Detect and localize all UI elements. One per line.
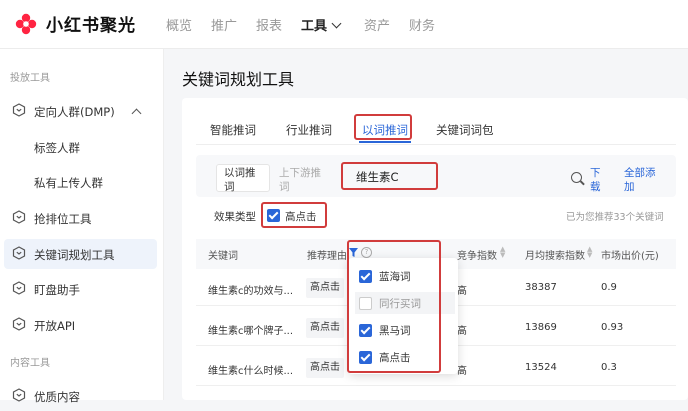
reason-tag: 高点击 xyxy=(306,278,344,298)
table-row-keyword: 维生素c什么时候... xyxy=(208,366,294,377)
page-title: 关键词规划工具 xyxy=(182,70,295,89)
reason-tag: 高点击 xyxy=(306,318,344,338)
nav-tools-label: 工具 xyxy=(301,19,328,34)
mode-word-recommend[interactable]: 以词推词 xyxy=(224,166,260,194)
reason-tag: 高点击 xyxy=(306,358,344,378)
tabs-divider xyxy=(196,144,676,145)
table-row-competition: 高 xyxy=(457,366,467,377)
recommend-count: 已为您推荐33个关键词 xyxy=(566,212,664,223)
chevron-down-icon xyxy=(331,18,342,29)
nav-finance[interactable]: 财务 xyxy=(409,15,435,34)
col-reason: 推荐理由 xyxy=(307,251,347,262)
shield-icon xyxy=(12,281,26,295)
sidebar-item-open-api[interactable]: 开放API xyxy=(4,310,157,340)
effect-type-label: 效果类型 xyxy=(214,211,256,223)
shield-icon xyxy=(12,103,26,117)
add-all-link[interactable]: 全部添加 xyxy=(624,166,658,194)
col-competition[interactable]: 竞争指数 xyxy=(457,247,497,262)
sidebar-subitem-tag-audience[interactable]: 标签人群 xyxy=(34,140,80,156)
table-row-price: 0.9 xyxy=(601,282,617,293)
logo-icon xyxy=(15,13,37,35)
sidebar-item-label: 定向人群(DMP) xyxy=(34,105,115,119)
highlight-box xyxy=(341,162,438,190)
tab-keyword-package[interactable]: 关键词词包 xyxy=(436,122,494,138)
sidebar-item-monitor[interactable]: 盯盘助手 xyxy=(4,274,157,304)
nav-assets[interactable]: 资产 xyxy=(364,15,390,34)
sidebar-section-ads-tools: 投放工具 xyxy=(10,73,50,84)
sidebar-item-label: 关键词规划工具 xyxy=(34,248,115,262)
sort-icon[interactable]: ▲ ▼ xyxy=(587,246,592,259)
shield-icon xyxy=(12,246,26,260)
table-row-price: 0.93 xyxy=(601,322,624,333)
table-row-competition: 高 xyxy=(457,326,467,337)
row-divider xyxy=(196,385,676,386)
app-name: 小红书聚光 xyxy=(46,16,136,36)
sidebar-item-label: 盯盘助手 xyxy=(34,283,80,297)
tab-smart-recommend[interactable]: 智能推词 xyxy=(210,122,256,138)
sidebar-item-label: 抢排位工具 xyxy=(34,212,92,226)
download-link[interactable]: 下载 xyxy=(590,166,610,194)
highlight-box xyxy=(347,240,441,373)
sidebar-item-keyword-planner[interactable]: 关键词规划工具 xyxy=(4,239,157,269)
table-row-keyword: 维生素c的功效与... xyxy=(208,286,294,297)
sidebar-item-quality-content[interactable]: 优质内容 xyxy=(4,381,157,411)
sidebar-subitem-private-upload[interactable]: 私有上传人群 xyxy=(34,175,103,191)
shield-icon xyxy=(12,317,26,331)
mode-upstream-downstream[interactable]: 上下游推词 xyxy=(279,166,329,194)
sidebar-item-label: 开放API xyxy=(34,319,76,333)
table-row-competition: 高 xyxy=(457,286,467,297)
shield-icon xyxy=(12,210,26,224)
col-monthly-search[interactable]: 月均搜索指数 xyxy=(525,247,585,262)
table-row-monthly: 13524 xyxy=(525,362,557,373)
highlight-box xyxy=(261,202,327,228)
table-row-price: 0.3 xyxy=(601,362,617,373)
sidebar-item-label: 优质内容 xyxy=(34,390,80,404)
sidebar-section-content-tools: 内容工具 xyxy=(10,358,50,369)
nav-promotion[interactable]: 推广 xyxy=(211,15,237,34)
nav-overview[interactable]: 概览 xyxy=(166,15,192,34)
col-keyword: 关键词 xyxy=(208,251,238,262)
nav-tools[interactable]: 工具 xyxy=(301,15,342,34)
nav-reports[interactable]: 报表 xyxy=(256,15,282,34)
tab-industry-recommend[interactable]: 行业推词 xyxy=(286,122,332,138)
active-tab-indicator xyxy=(359,141,411,143)
table-row-monthly: 13869 xyxy=(525,322,557,333)
highlight-box xyxy=(354,114,412,140)
col-market-price: 市场出价(元) xyxy=(601,251,659,262)
table-row-keyword: 维生素c哪个牌子... xyxy=(208,326,294,337)
table-row-monthly: 38387 xyxy=(525,282,557,293)
sidebar-item-rank-grab[interactable]: 抢排位工具 xyxy=(4,203,157,233)
sort-icon[interactable]: ▲ ▼ xyxy=(500,246,505,259)
